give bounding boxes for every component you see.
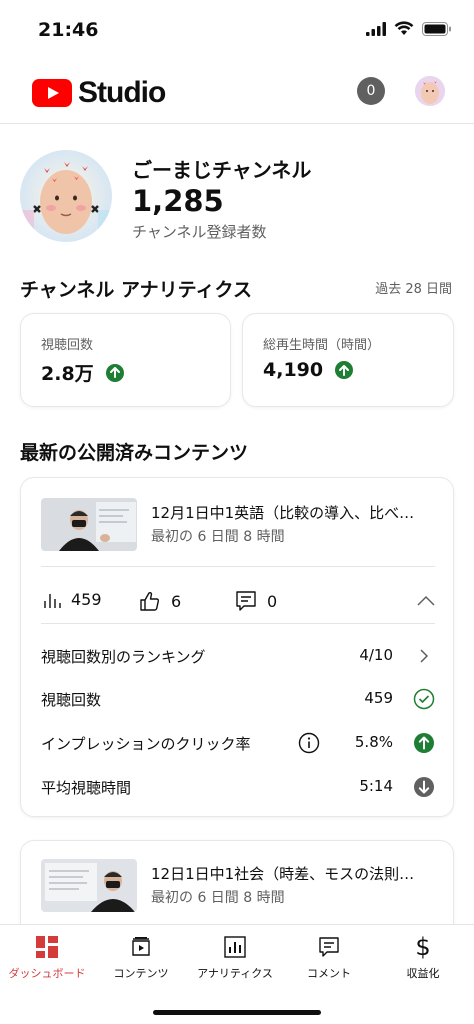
nav-label: コンテンツ [113, 967, 169, 980]
detail-row-avg-duration: 平均視聴時間 5:14 [41, 773, 435, 801]
logo-text: Studio [78, 76, 166, 109]
video-thumbnail[interactable] [41, 498, 137, 551]
collapse-chevron-up-icon[interactable] [417, 592, 435, 611]
dollar-icon: $ [415, 933, 431, 961]
channel-avatar[interactable] [20, 150, 112, 242]
detail-label: 視聴回数 [41, 691, 102, 709]
detail-value: 5:14 [359, 777, 393, 795]
trend-up-icon [335, 361, 354, 379]
video-title[interactable]: 12日1日中1社会（時差、モスの法則… [151, 863, 441, 884]
views-stat: 459 [43, 590, 102, 609]
nav-label: コメント [307, 967, 351, 980]
nav-dashboard[interactable]: ダッシュボード [0, 933, 94, 981]
detail-row-views: 視聴回数 459 [41, 685, 435, 713]
bottom-navigation: ダッシュボード コンテンツ アナリティクス コメント $ 収益化 [0, 924, 474, 1024]
detail-value: 5.8% [354, 733, 393, 751]
likes-stat: 6 [139, 590, 181, 612]
analytics-period: 過去 28 日間 [375, 282, 452, 297]
status-time: 21:46 [38, 19, 99, 41]
nav-label: アナリティクス [197, 967, 273, 980]
thumbs-up-icon [140, 591, 160, 611]
dashboard-icon [0, 933, 94, 961]
comments-count: 0 [267, 591, 278, 611]
video-stats-row: 459 6 0 [41, 582, 435, 622]
detail-row-ctr: インプレッションのクリック率 5.8% [41, 729, 435, 757]
video-thumbnail[interactable] [41, 859, 137, 912]
comment-icon [282, 933, 376, 961]
bar-chart-icon [44, 593, 61, 608]
notification-count-badge[interactable]: 0 [357, 77, 385, 105]
trend-up-icon [105, 363, 124, 382]
metric-value: 2.8万 [41, 359, 124, 386]
views-count: 459 [71, 590, 102, 609]
nav-label: 収益化 [406, 967, 440, 980]
analytics-section-title: チャンネル アナリティクス [20, 279, 252, 301]
nav-analytics[interactable]: アナリティクス [188, 933, 282, 981]
home-indicator [153, 1010, 321, 1015]
nav-label: ダッシュボード [8, 967, 86, 980]
divider [41, 623, 435, 624]
watch-time-metric-card[interactable]: 総再生時間（時間） 4,190 [242, 313, 454, 407]
comment-icon [236, 591, 256, 611]
metric-label: 視聴回数 [41, 338, 94, 353]
detail-value: 459 [364, 689, 393, 707]
detail-label: インプレッションのクリック率 [41, 735, 251, 753]
detail-label: 視聴回数別のランキング [41, 648, 206, 666]
views-metric-card[interactable]: 視聴回数 2.8万 [20, 313, 231, 407]
app-header: Studio 0 [0, 60, 474, 124]
status-bar: 21:46 [0, 0, 474, 60]
battery-icon [422, 21, 451, 36]
channel-summary: ごーまじチャンネル 1,285 チャンネル登録者数 [20, 150, 460, 245]
account-avatar[interactable] [415, 76, 445, 106]
down-arrow-circle-icon [413, 776, 435, 798]
likes-count: 6 [171, 591, 182, 611]
metric-value-text: 2.8万 [41, 363, 94, 385]
channel-name: ごーまじチャンネル [132, 158, 312, 182]
info-icon[interactable] [298, 732, 320, 758]
comments-stat: 0 [235, 590, 277, 612]
nav-monetization[interactable]: $ 収益化 [376, 933, 470, 981]
detail-value: 4/10 [359, 646, 393, 664]
divider [41, 566, 435, 567]
wifi-icon [394, 21, 414, 35]
metric-label: 総再生時間（時間） [263, 338, 381, 353]
video-content-icon [94, 933, 188, 961]
check-circle-icon [413, 688, 435, 710]
video-subtitle: 最初の 6 日間 8 時間 [151, 529, 285, 545]
latest-content-section-title: 最新の公開済みコンテンツ [20, 442, 249, 464]
status-icons [366, 21, 452, 36]
latest-video-card: 12月1日中1英語（比較の導入、比べ… 最初の 6 日間 8 時間 459 6 … [20, 477, 454, 817]
nav-comments[interactable]: コメント [282, 933, 376, 981]
video-subtitle: 最初の 6 日間 8 時間 [151, 890, 285, 906]
video-title[interactable]: 12月1日中1英語（比較の導入、比べ… [151, 502, 441, 523]
metric-value-text: 4,190 [263, 359, 324, 381]
analytics-icon [188, 933, 282, 961]
youtube-play-logo-icon [32, 79, 72, 107]
youtube-studio-logo[interactable]: Studio [32, 76, 166, 110]
signal-icon [366, 21, 386, 36]
chevron-right-icon [413, 645, 435, 667]
up-arrow-circle-icon [413, 732, 435, 754]
nav-content[interactable]: コンテンツ [94, 933, 188, 981]
subscriber-label: チャンネル登録者数 [132, 223, 267, 241]
subscriber-count: 1,285 [132, 184, 224, 218]
detail-label: 平均視聴時間 [41, 779, 132, 797]
metric-value: 4,190 [263, 359, 354, 381]
detail-row-ranking[interactable]: 視聴回数別のランキング 4/10 [41, 642, 435, 670]
